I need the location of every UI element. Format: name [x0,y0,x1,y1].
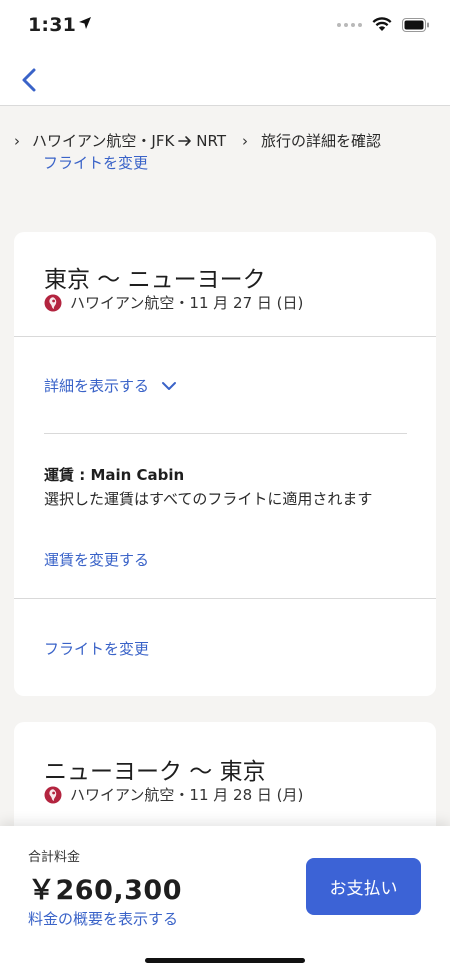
flight-card-outbound: 東京 〜 ニューヨーク ハワイアン航空・11 月 27 日 (日) 詳細を表示す… [14,232,436,696]
flight-title: ニューヨーク 〜 東京 [44,759,266,785]
checkout-bar: 合計料金 ￥260,300 料金の概要を表示する お支払い [0,826,450,972]
airline-logo-icon [44,294,62,311]
navigation-bar [0,56,450,106]
change-fare-link[interactable]: 運賃を変更する [44,549,149,570]
airline-logo-icon [44,786,62,803]
flight-subtitle-text: ハワイアン航空・11 月 27 日 (日) [70,294,304,312]
location-arrow-icon [79,17,91,29]
chevron-down-icon [162,381,177,390]
arrow-right-icon [178,135,192,146]
divider [44,433,407,434]
total-price: ￥260,300 [28,875,182,906]
breadcrumb-airline-route: ハワイアン航空・JFK [32,132,175,150]
status-icons [337,17,430,32]
signal-icon [337,22,362,27]
price-summary-link[interactable]: 料金の概要を表示する [28,908,178,929]
flight-card-return: ニューヨーク 〜 東京 ハワイアン航空・11 月 28 日 (月) [14,722,436,842]
change-flight-link[interactable]: フライトを変更 [44,638,149,659]
chevron-right-icon: › [242,131,249,150]
fare-note: 選択した運賃はすべてのフライトに適用されます [44,490,373,508]
show-details-link[interactable]: 詳細を表示する [44,375,177,396]
divider [14,336,436,337]
pay-button[interactable]: お支払い [306,858,421,915]
fare-label: 運賃 : Main Cabin [44,464,184,485]
flight-subtitle-text: ハワイアン航空・11 月 28 日 (月) [70,786,304,804]
flight-title: 東京 〜 ニューヨーク [44,267,266,293]
total-label: 合計料金 [28,850,81,865]
breadcrumb-destination: NRT [196,131,227,150]
show-details-label: 詳細を表示する [44,377,150,395]
fare-prefix: 運賃 : [44,466,91,484]
status-bar: 1:31 [0,0,450,56]
breadcrumb: › ハワイアン航空・JFK NRT › 旅行の詳細を確認 フライトを変更 [0,106,450,216]
breadcrumb-step: 旅行の詳細を確認 [261,132,382,150]
status-time: 1:31 [28,14,77,36]
wifi-icon [372,17,392,31]
back-chevron-icon[interactable] [16,64,44,96]
battery-icon [402,17,429,32]
divider [14,598,436,599]
flight-subtitle: ハワイアン航空・11 月 28 日 (月) [44,784,303,805]
breadcrumb-change-flight-link[interactable]: フライトを変更 [43,152,148,173]
flight-subtitle: ハワイアン航空・11 月 27 日 (日) [44,292,303,313]
home-indicator [145,958,305,963]
chevron-right-icon: › [14,131,20,150]
fare-class: Main Cabin [90,466,185,484]
breadcrumb-row: › ハワイアン航空・JFK NRT › 旅行の詳細を確認 [14,130,450,151]
